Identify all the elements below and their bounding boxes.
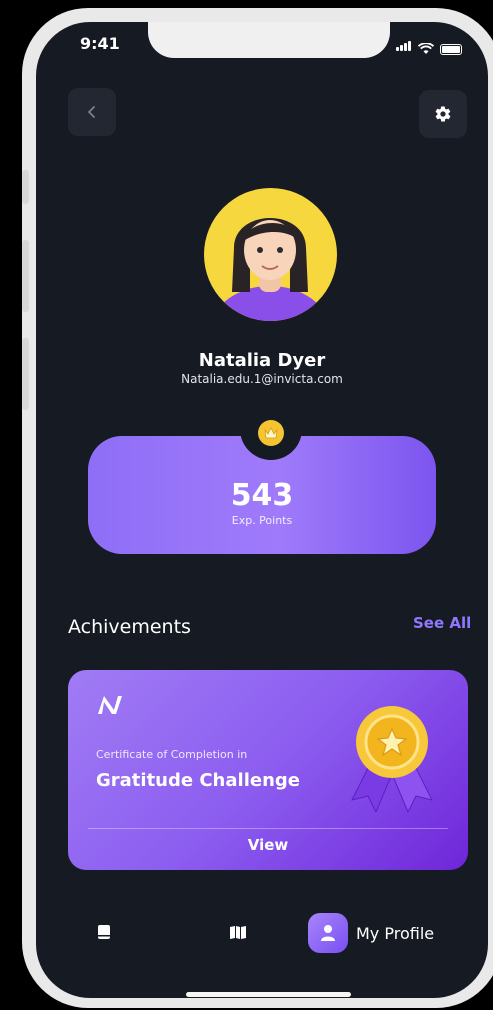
map-icon [230,926,246,939]
view-button[interactable]: View [68,836,468,854]
profile-email: Natalia.edu.1@invicta.com [181,372,343,386]
tab-my-profile[interactable]: My Profile [308,912,434,954]
volume-down-button [22,338,29,410]
certificate-title: Gratitude Challenge [96,770,300,791]
certificate-subtitle: Certificate of Completion in [96,748,248,761]
profile-name: Natalia Dyer [198,350,326,371]
crown-badge [258,420,284,446]
status-bar: 9:41 [36,22,488,72]
book-icon [98,925,110,939]
user-icon [321,925,335,941]
app-screen: 9:41 Natalia Dyer Natalia.edu.1@invicta.… [36,22,488,998]
tab-books[interactable] [92,920,116,944]
see-all-link[interactable]: See All [413,614,471,632]
silent-switch [22,170,29,204]
card-divider [88,828,448,829]
tab-profile-label: My Profile [356,923,435,943]
chevron-left-icon [88,106,95,118]
signal-icon [396,36,412,55]
home-indicator [186,992,351,997]
battery-icon [440,44,462,55]
system-icons [396,36,462,55]
back-button[interactable] [68,88,116,136]
tab-map[interactable] [226,920,250,944]
points-label: Exp. Points [231,514,293,527]
settings-button[interactable] [419,90,467,138]
avatar [204,188,337,321]
medal-icon [351,706,433,812]
avatar-illustration [212,218,328,321]
points-value: 543 [230,478,294,513]
tab-profile-icon-bg [308,913,348,953]
brand-logo-icon [98,696,122,714]
status-time: 9:41 [80,34,120,53]
crown-icon [264,427,278,439]
notch [148,22,390,58]
tab-bar: My Profile [36,912,488,972]
achievement-card[interactable]: Certificate of Completion in Gratitude C… [68,670,468,870]
achievements-heading: Achivements [68,616,191,638]
wifi-icon [418,43,434,54]
volume-up-button [22,240,29,312]
gear-icon [435,106,451,122]
